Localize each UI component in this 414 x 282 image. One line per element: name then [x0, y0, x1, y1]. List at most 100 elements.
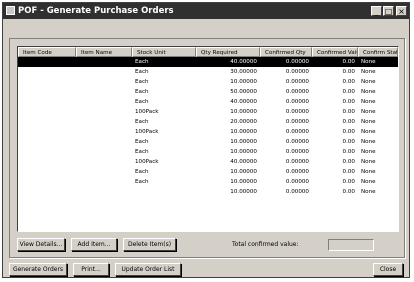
item-name-cell — [76, 97, 132, 107]
stock-unit-cell: Each — [135, 179, 149, 185]
title-bar[interactable]: POF - Generate Purchase Orders _ □ × — [3, 3, 409, 19]
table-row[interactable]: Each 40.00000 0.00000 0.00 None — [18, 97, 398, 107]
table-row[interactable]: 10.00000 0.00000 0.00 None — [18, 187, 398, 197]
purchase-orders-window: POF - Generate Purchase Orders _ □ × Ite… — [2, 2, 410, 278]
confirmed-qty-cell: 0.00000 — [285, 149, 309, 155]
item-name-cell — [76, 67, 132, 77]
qty-required-cell: 30.00000 — [230, 69, 257, 75]
grid-header: Item Code Item Name Stock Unit Qty Requi… — [18, 47, 398, 57]
item-name-cell — [76, 107, 132, 117]
column-header-confirmed-value[interactable]: Confirmed Value — [312, 47, 358, 57]
item-name-cell — [76, 117, 132, 127]
confirmed-value-cell: 0.00 — [342, 119, 355, 125]
confirm-status-cell: None — [361, 189, 376, 195]
qty-required-cell: 40.00000 — [230, 159, 257, 165]
grid-rows: Each 40.00000 0.00000 0.00 None Each 30.00000 0… — [18, 57, 398, 197]
confirmed-value-cell: 0.00 — [342, 129, 355, 135]
item-name-cell — [76, 167, 132, 177]
generate-orders-button[interactable]: Generate Orders — [9, 263, 67, 276]
close-button[interactable]: Close — [373, 263, 403, 276]
confirmed-qty-cell: 0.00000 — [285, 59, 309, 65]
table-row[interactable]: Each 50.00000 0.00000 0.00 None — [18, 87, 398, 97]
view-details-button[interactable]: View Details... — [17, 238, 65, 251]
stock-unit-cell: Each — [135, 79, 149, 85]
item-code-cell — [18, 67, 76, 77]
item-name-cell — [76, 77, 132, 87]
item-name-cell — [76, 147, 132, 157]
column-header-qty-required[interactable]: Qty Required — [196, 47, 260, 57]
item-code-cell — [18, 117, 76, 127]
maximize-button[interactable]: □ — [383, 6, 394, 16]
item-code-cell — [18, 137, 76, 147]
table-row[interactable]: Each 20.00000 0.00000 0.00 None — [18, 117, 398, 127]
confirm-status-cell: None — [361, 129, 376, 135]
table-row[interactable]: Each 10.00000 0.00000 0.00 None — [18, 147, 398, 157]
confirmed-qty-cell: 0.00000 — [285, 119, 309, 125]
stock-unit-cell: Each — [135, 99, 149, 105]
item-code-cell — [18, 127, 76, 137]
qty-required-cell: 20.00000 — [230, 119, 257, 125]
qty-required-cell: 40.00000 — [230, 99, 257, 105]
item-code-cell — [18, 157, 76, 167]
confirmed-value-cell: 0.00 — [342, 79, 355, 85]
confirmed-value-cell: 0.00 — [342, 179, 355, 185]
confirmed-value-cell: 0.00 — [342, 59, 355, 65]
item-name-cell — [76, 137, 132, 147]
table-row[interactable]: Each 10.00000 0.00000 0.00 None — [18, 137, 398, 147]
item-code-cell — [18, 97, 76, 107]
order-lines-grid[interactable]: Item Code Item Name Stock Unit Qty Requi… — [17, 46, 399, 232]
stock-unit-cell: Each — [135, 149, 149, 155]
column-header-confirmed-qty[interactable]: Confirmed Qty — [260, 47, 312, 57]
table-row[interactable]: Each 40.00000 0.00000 0.00 None — [18, 57, 398, 67]
total-confirmed-value-label: Total confirmed value: — [232, 241, 299, 248]
confirmed-qty-cell: 0.00000 — [285, 109, 309, 115]
confirmed-value-cell: 0.00 — [342, 99, 355, 105]
column-header-item-code[interactable]: Item Code — [18, 47, 76, 57]
confirm-status-cell: None — [361, 109, 376, 115]
minimize-button[interactable]: _ — [371, 6, 382, 16]
confirmed-qty-cell: 0.00000 — [285, 189, 309, 195]
confirm-status-cell: None — [361, 79, 376, 85]
add-item-button[interactable]: Add Item... — [71, 238, 117, 251]
stock-unit-cell: Each — [135, 69, 149, 75]
print-button[interactable]: Print... — [73, 263, 109, 276]
qty-required-cell: 10.00000 — [230, 129, 257, 135]
column-header-confirm-status[interactable]: Confirm Status — [358, 47, 398, 57]
confirm-status-cell: None — [361, 89, 376, 95]
column-header-stock-unit[interactable]: Stock Unit — [132, 47, 196, 57]
update-order-list-button[interactable]: Update Order List — [115, 263, 181, 276]
confirm-status-cell: None — [361, 99, 376, 105]
item-code-cell — [18, 57, 76, 67]
table-row[interactable]: Each 10.00000 0.00000 0.00 None — [18, 77, 398, 87]
qty-required-cell: 10.00000 — [230, 79, 257, 85]
stock-unit-cell: Each — [135, 139, 149, 145]
item-name-cell — [76, 127, 132, 137]
confirm-status-cell: None — [361, 159, 376, 165]
item-code-cell — [18, 77, 76, 87]
stock-unit-cell: Each — [135, 89, 149, 95]
item-name-cell — [76, 187, 132, 197]
table-row[interactable]: 100Pack 10.00000 0.00000 0.00 None — [18, 127, 398, 137]
qty-required-cell: 10.00000 — [230, 139, 257, 145]
confirmed-qty-cell: 0.00000 — [285, 159, 309, 165]
table-row[interactable]: Each 10.00000 0.00000 0.00 None — [18, 177, 398, 187]
table-row[interactable]: 100Pack 10.00000 0.00000 0.00 None — [18, 107, 398, 117]
confirm-status-cell: None — [361, 149, 376, 155]
confirm-status-cell: None — [361, 139, 376, 145]
app-icon — [6, 6, 15, 15]
column-header-item-name[interactable]: Item Name — [76, 47, 132, 57]
window-title: POF - Generate Purchase Orders — [18, 6, 174, 16]
qty-required-cell: 10.00000 — [230, 169, 257, 175]
stock-unit-cell: 100Pack — [135, 129, 159, 135]
confirmed-value-cell: 0.00 — [342, 149, 355, 155]
qty-required-cell: 40.00000 — [230, 59, 257, 65]
close-window-button[interactable]: × — [396, 6, 407, 16]
item-code-cell — [18, 187, 76, 197]
delete-item-button[interactable]: Delete Item(s) — [123, 238, 176, 251]
table-row[interactable]: 100Pack 40.00000 0.00000 0.00 None — [18, 157, 398, 167]
qty-required-cell: 10.00000 — [230, 109, 257, 115]
confirm-status-cell: None — [361, 69, 376, 75]
table-row[interactable]: Each 10.00000 0.00000 0.00 None — [18, 167, 398, 177]
stock-unit-cell: 100Pack — [135, 159, 159, 165]
table-row[interactable]: Each 30.00000 0.00000 0.00 None — [18, 67, 398, 77]
